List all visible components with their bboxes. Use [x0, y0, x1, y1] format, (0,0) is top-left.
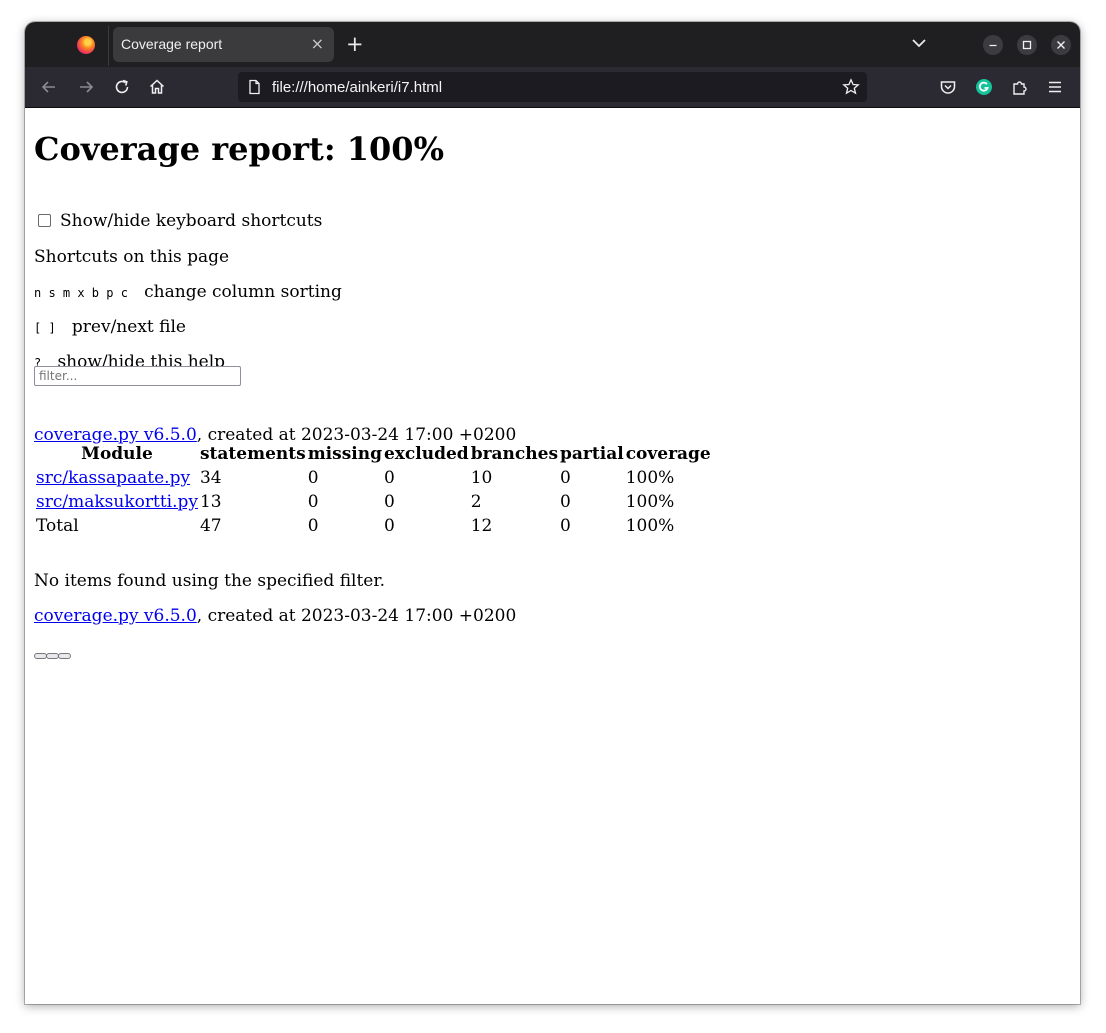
- page-content: Coverage report: 100% Show/hide keyboard…: [25, 108, 1080, 1004]
- extensions-icon[interactable]: [1010, 77, 1030, 97]
- bookmark-star-icon[interactable]: [842, 78, 860, 96]
- table-cell: 0: [383, 492, 395, 512]
- table-cell: 0: [560, 516, 571, 536]
- table-row: src/kassapaate.py 34 0 0 10 0 100%: [36, 467, 711, 489]
- module-link[interactable]: src/maksukortti.py: [36, 492, 198, 512]
- table-cell: 0: [383, 516, 395, 536]
- shortcuts-heading: Shortcuts on this page: [34, 247, 230, 267]
- home-icon[interactable]: [147, 77, 167, 97]
- shortcut-keys: [ ]: [34, 321, 56, 335]
- nav-button-next[interactable]: [58, 653, 71, 659]
- minimize-icon[interactable]: [983, 35, 1003, 55]
- column-header-coverage[interactable]: coverage: [626, 443, 711, 465]
- table-row: src/maksukortti.py 13 0 0 2 0 100%: [36, 491, 711, 513]
- table-cell: 0: [307, 492, 319, 512]
- column-header-statements[interactable]: statements: [200, 443, 306, 465]
- shortcut-description: change column sorting: [144, 282, 342, 302]
- shortcut-keys: n s m x b p c: [34, 286, 128, 300]
- keyboard-toggle-label[interactable]: Show/hide keyboard shortcuts: [60, 211, 322, 231]
- created-text: , created at 2023-03-24 17:00 +0200: [196, 606, 517, 626]
- table-cell: 0: [307, 468, 319, 488]
- coverage-table: Module statements missing excluded branc…: [34, 441, 713, 539]
- tab-coverage-report[interactable]: Coverage report ×: [113, 27, 334, 62]
- table-cell: 2: [470, 492, 482, 512]
- firefox-logo-icon[interactable]: [77, 36, 95, 54]
- table-cell: 0: [560, 492, 571, 512]
- new-tab-icon[interactable]: +: [346, 32, 364, 56]
- no-items-message: No items found using the specified filte…: [34, 571, 386, 591]
- close-window-icon[interactable]: [1051, 35, 1071, 55]
- column-header-branches[interactable]: branches: [471, 443, 558, 465]
- menu-icon[interactable]: [1045, 77, 1065, 97]
- table-cell: 0: [560, 468, 571, 488]
- url-bar[interactable]: file:///home/ainkeri/i7.html: [238, 72, 867, 102]
- table-cell: 0: [307, 516, 319, 536]
- navigation-toolbar: file:///home/ainkeri/i7.html: [25, 67, 1080, 108]
- filter-input[interactable]: [34, 366, 241, 386]
- table-cell: 0: [383, 468, 395, 488]
- module-link[interactable]: src/kassapaate.py: [36, 468, 190, 488]
- table-cell: 100%: [625, 492, 675, 512]
- created-info-bottom: coverage.py v6.5.0, created at 2023-03-2…: [34, 606, 516, 626]
- list-all-tabs-icon[interactable]: [911, 35, 927, 51]
- page-file-icon: [249, 79, 260, 95]
- table-cell: Total: [36, 516, 79, 536]
- back-arrow-icon[interactable]: [39, 77, 59, 97]
- tab-separator: [108, 26, 109, 66]
- table-cell: 13: [199, 492, 222, 512]
- table-cell: 47: [199, 516, 222, 536]
- column-header-missing[interactable]: missing: [308, 443, 382, 465]
- maximize-icon[interactable]: [1017, 35, 1037, 55]
- url-text[interactable]: file:///home/ainkeri/i7.html: [272, 79, 442, 96]
- column-header-module[interactable]: Module: [36, 443, 198, 465]
- tab-title: Coverage report: [121, 36, 223, 52]
- page-title: Coverage report: 100%: [34, 130, 444, 168]
- table-cell: 10: [470, 468, 493, 488]
- column-header-excluded[interactable]: excluded: [384, 443, 469, 465]
- reload-icon[interactable]: [112, 77, 132, 97]
- forward-arrow-icon[interactable]: [76, 77, 96, 97]
- table-cell: 100%: [625, 468, 675, 488]
- column-header-partial[interactable]: partial: [560, 443, 624, 465]
- title-bar: Coverage report × +: [25, 22, 1080, 67]
- shortcut-description: prev/next file: [71, 317, 186, 337]
- table-cell: 34: [199, 468, 222, 488]
- coverage-py-link[interactable]: coverage.py v6.5.0: [34, 606, 197, 626]
- keyboard-shortcuts-checkbox[interactable]: [38, 214, 51, 227]
- tab-close-icon[interactable]: ×: [311, 34, 324, 53]
- table-cell: 100%: [625, 516, 675, 536]
- grammarly-icon[interactable]: [974, 77, 994, 97]
- browser-window: Coverage report × + file:///home/ainkeri…: [25, 22, 1080, 1004]
- table-cell: 12: [470, 516, 493, 536]
- shortcut-row: [ ] prev/next file: [34, 317, 186, 337]
- pocket-icon[interactable]: [938, 77, 958, 97]
- shortcut-row: n s m x b p c change column sorting: [34, 282, 342, 302]
- table-total-row: Total 47 0 0 12 0 100%: [36, 515, 711, 537]
- table-header-row: Module statements missing excluded branc…: [36, 443, 711, 465]
